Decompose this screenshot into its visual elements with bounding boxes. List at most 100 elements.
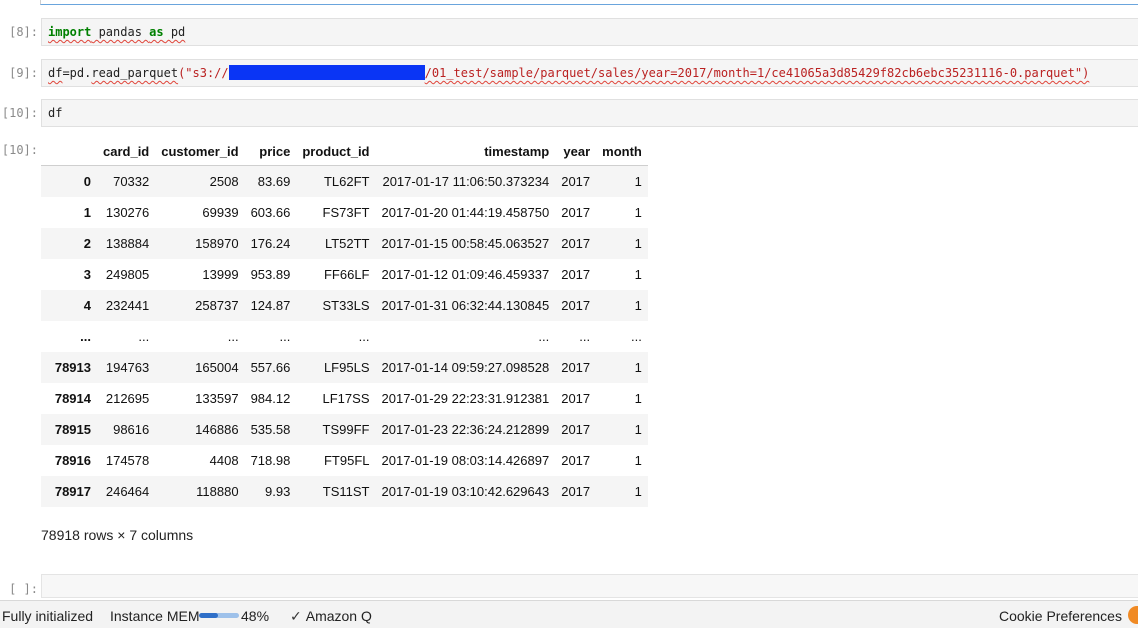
amazon-q-icon[interactable] [1128, 606, 1138, 624]
cell-row-index: 1 [83, 205, 91, 220]
amazon-q-status[interactable]: ✓ Amazon Q [290, 608, 372, 625]
code-cell-import[interactable]: import pandas as pd [41, 18, 1138, 46]
column-header-product-id: product_id [296, 137, 376, 166]
cell-price: 535.58 [250, 422, 291, 437]
cell-month: 1 [634, 453, 642, 468]
code-token: pd [163, 25, 186, 39]
cell-customer-id: 165004 [195, 360, 239, 375]
cell-row-index: 0 [83, 174, 91, 189]
previous-cell[interactable] [40, 0, 1138, 5]
column-header-customer-id: customer_id [155, 137, 245, 166]
code-token: df [48, 106, 63, 120]
cell-prompt-8: [8]: [9, 25, 38, 39]
amazon-q-label: Amazon Q [305, 608, 372, 624]
column-header-card-id: card_id [97, 137, 156, 166]
cell-card-id: 130276 [105, 205, 150, 220]
table-row: 2 138884 158970 176.24 LT52TT 2017-01-15 00:5… [41, 228, 648, 259]
cell-year: 2017 [561, 205, 591, 220]
cell-product-id: ST33LS [322, 298, 370, 313]
cell-month: 1 [634, 422, 642, 437]
cell-row-index: 3 [83, 267, 91, 282]
instance-mem-label[interactable]: Instance MEM [110, 608, 199, 624]
memory-usage-bar [199, 613, 239, 618]
cell-month: 1 [634, 484, 642, 499]
status-bar: Fully initialized Instance MEM 48% ✓ Amaz… [0, 600, 1138, 628]
column-header-year: year [555, 137, 597, 166]
notebook-window: [8]: import pandas as pd [9]: df=pd.read… [0, 0, 1138, 628]
cell-card-id: 232441 [105, 298, 150, 313]
cell-card-id: 98616 [113, 422, 150, 437]
cell-card-id: 246464 [105, 484, 150, 499]
cell-card-id: 70332 [113, 174, 150, 189]
code-cell-df[interactable]: df [41, 99, 1138, 127]
kernel-status[interactable]: Fully initialized [2, 608, 93, 624]
table-row: 78915 98616 146886 535.58 TS99FF 2017-01-23 2… [41, 414, 648, 445]
cell-product-id: FF66LF [323, 267, 370, 282]
table-row: 78916 174578 4408 718.98 FT95FL 2017-01-19 08… [41, 445, 648, 476]
cell-timestamp: 2017-01-12 01:09:46.459337 [381, 267, 550, 282]
cell-month: 1 [634, 267, 642, 282]
cell-month: 1 [634, 360, 642, 375]
cell-price: 9.93 [265, 484, 291, 499]
cell-timestamp: 2017-01-14 09:59:27.098528 [381, 360, 550, 375]
table-row: 4 232441 258737 124.87 ST33LS 2017-01-31 06:3… [41, 290, 648, 321]
cell-card-id: 138884 [105, 236, 150, 251]
cell-timestamp: 2017-01-31 06:32:44.130845 [381, 298, 550, 313]
cell-timestamp: 2017-01-17 11:06:50.373234 [382, 174, 550, 189]
code-token: /01_test/sample/parquet/sales/year=2017/… [424, 66, 1090, 80]
cell-year: 2017 [561, 298, 591, 313]
cell-timestamp: 2017-01-20 01:44:19.458750 [381, 205, 550, 220]
cell-year: 2017 [561, 422, 591, 437]
cell-card-id: 174578 [105, 453, 150, 468]
cell-product-id: FT95FL [323, 453, 370, 468]
column-header-month: month [596, 137, 648, 166]
dataframe-table: card_id customer_id price product_id tim… [41, 137, 648, 507]
cell-timestamp: 2017-01-19 03:10:42.629643 [381, 484, 550, 499]
cell-price: 603.66 [250, 205, 291, 220]
cell-row-index: 78915 [54, 422, 91, 437]
cell-customer-id: 118880 [196, 484, 239, 499]
cell-customer-id: 133597 [195, 391, 239, 406]
cell-timestamp: 2017-01-15 00:58:45.063527 [381, 236, 550, 251]
cell-row-index: 2 [83, 236, 91, 251]
code-token: ("s3:// [178, 66, 229, 80]
cell-product-id: LF17SS [322, 391, 370, 406]
cell-month: ... [631, 329, 642, 344]
table-row: 78913 194763 165004 557.66 LF95LS 2017-01-14 … [41, 352, 648, 383]
empty-code-cell[interactable] [41, 574, 1138, 598]
cell-year: 2017 [561, 453, 591, 468]
column-header-price: price [244, 137, 297, 166]
code-cell-read-parquet[interactable]: df=pd.read_parquet("s3:// /01_test/sample… [41, 59, 1138, 87]
cell-price: 176.24 [250, 236, 291, 251]
cell-price: 83.69 [257, 174, 291, 189]
cell-year: 2017 [561, 174, 591, 189]
cell-customer-id: 69939 [202, 205, 239, 220]
cell-row-index: 78913 [54, 360, 91, 375]
cell-price: 124.87 [250, 298, 291, 313]
cell-price: ... [279, 329, 291, 344]
dataframe-shape: 78918 rows × 7 columns [41, 527, 194, 543]
cell-customer-id: 258737 [195, 298, 239, 313]
cell-customer-id: 4408 [209, 453, 239, 468]
cell-timestamp: ... [538, 329, 550, 344]
cell-card-id: ... [138, 329, 150, 344]
cell-product-id: ... [358, 329, 370, 344]
cell-price: 953.89 [250, 267, 291, 282]
cell-product-id: LF95LS [323, 360, 370, 375]
code-token: import [48, 25, 92, 39]
cookie-preferences-link[interactable]: Cookie Preferences [999, 608, 1122, 624]
cell-customer-id: 2508 [209, 174, 239, 189]
cell-month: 1 [634, 205, 642, 220]
cell-customer-id: 158970 [195, 236, 239, 251]
empty-cell-prompt: [ ]: [9, 582, 38, 596]
table-row: 78917 246464 118880 9.93 TS11ST 2017-01-19 03… [41, 476, 648, 507]
cell-year: ... [579, 329, 591, 344]
check-icon: ✓ [290, 608, 302, 624]
cell-row-index: 4 [83, 298, 91, 313]
cell-prompt-10: [10]: [1, 106, 38, 120]
cell-month: 1 [634, 236, 642, 251]
cell-price: 557.66 [250, 360, 291, 375]
cell-month: 1 [634, 391, 642, 406]
table-row: ........................ [41, 321, 648, 352]
table-row: 1 130276 69939 603.66 FS73FT 2017-01-20 01:44… [41, 197, 648, 228]
